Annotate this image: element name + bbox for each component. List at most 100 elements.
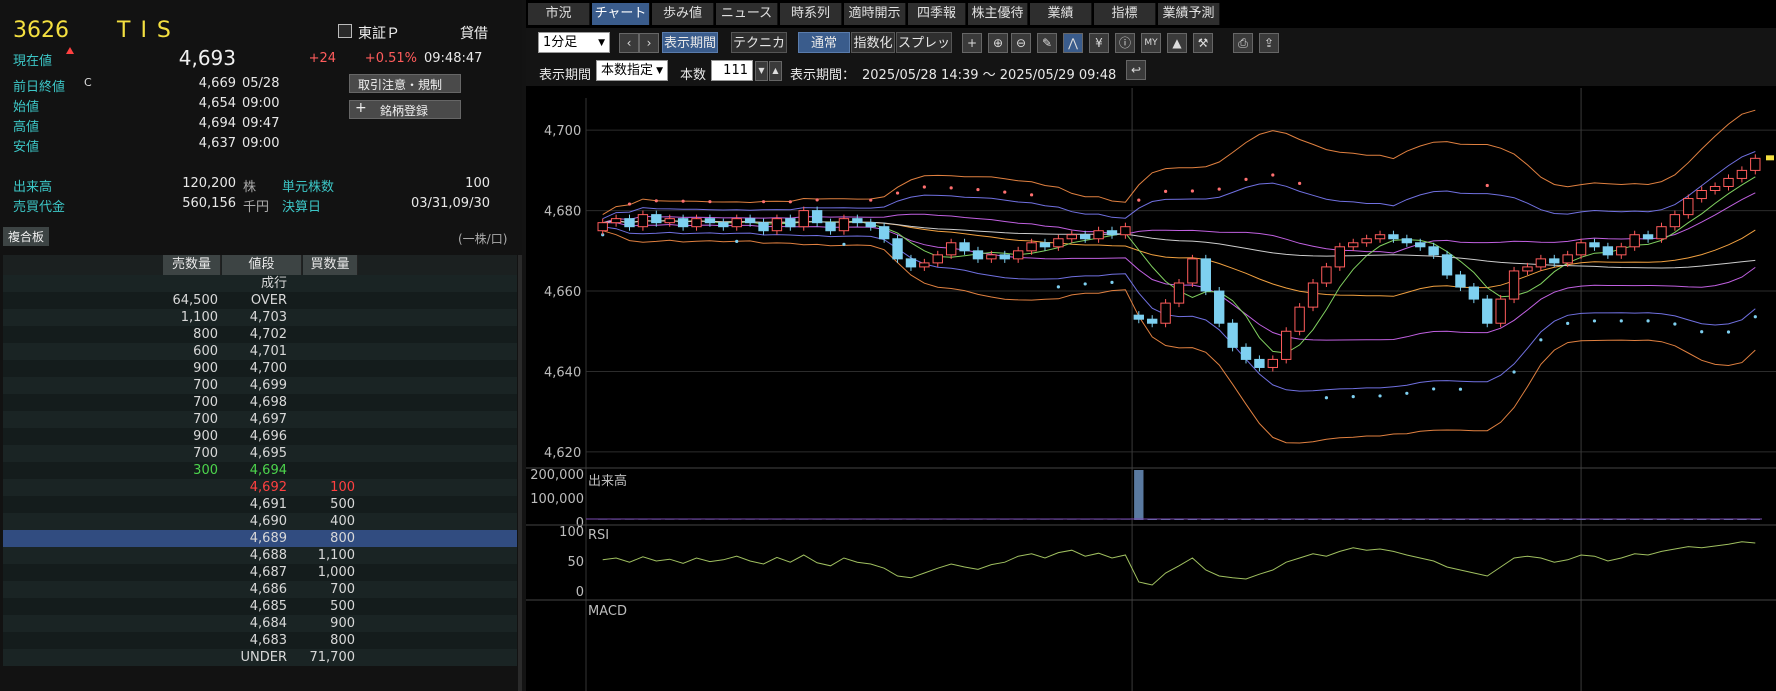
tab-9[interactable]: 指標 [1094, 3, 1156, 25]
candle-body [1053, 238, 1064, 248]
my-chart-icon[interactable]: MY [1141, 33, 1161, 53]
tab-5[interactable]: 適時開示 [844, 3, 906, 25]
candle-body [597, 222, 608, 232]
tab-6[interactable]: 四季報 [908, 3, 966, 25]
book-row[interactable]: 4,687 1,000 [3, 564, 517, 581]
book-row[interactable]: 4,686 700 [3, 581, 517, 598]
sar-dot [1378, 394, 1382, 398]
candle-body [852, 218, 863, 224]
book-row[interactable]: 成行 [3, 275, 517, 292]
pencil-icon[interactable]: ✎ [1037, 33, 1057, 53]
sar-dot [1673, 322, 1677, 326]
sar-dot [1700, 330, 1704, 334]
period-mode-select[interactable]: 本数指定 ▼ [596, 60, 668, 81]
info-icon[interactable]: ⓘ [1115, 33, 1135, 53]
chevron-down-icon: ▼ [598, 38, 605, 48]
buy-qty: 900 [330, 616, 355, 631]
index-button[interactable]: 指数化 [851, 32, 895, 53]
book-tab[interactable]: 複合板 [3, 227, 50, 246]
book-row[interactable]: 600 4,701 [3, 343, 517, 360]
candle-body [1589, 242, 1600, 248]
candle-body [664, 218, 675, 224]
book-row[interactable]: 700 4,697 [3, 411, 517, 428]
sar-dot [1244, 177, 1248, 181]
book-row[interactable]: 4,690 400 [3, 513, 517, 530]
yen-icon[interactable]: ¥ [1089, 33, 1109, 53]
zoom-out-icon[interactable]: ⊖ [1011, 33, 1031, 53]
book-row[interactable]: 700 4,695 [3, 445, 517, 462]
candle-body [1522, 266, 1533, 272]
candle-body [1388, 234, 1399, 240]
book-row[interactable]: 64,500 OVER [3, 292, 517, 309]
macd-panel-label: MACD [588, 604, 627, 619]
tab-10[interactable]: 業績予測 [1158, 3, 1220, 25]
interval-select[interactable]: 1分足 ▼ [538, 32, 610, 53]
price-chart[interactable]: 4,700 4,680 4,660 4,640 4,620 出来高 200,000 100,0… [526, 88, 1776, 691]
quote-panel: 3626 TIS 東証Ｐ 貸借 現在値 4,693 +24 +0.51% 09:… [0, 0, 522, 691]
book-row[interactable]: 800 4,702 [3, 326, 517, 343]
book-row[interactable]: UNDER 71,700 [3, 649, 517, 666]
price-level: 4,694 [249, 463, 287, 478]
book-row[interactable]: 900 4,696 [3, 428, 517, 445]
display-period-button[interactable]: 表示期間 [662, 32, 718, 53]
register-stock-button[interactable]: + 銘柄登録 [349, 100, 461, 119]
count-up-icon[interactable]: ▲ [769, 61, 782, 81]
return-icon[interactable]: ↩ [1126, 60, 1146, 80]
tab-2[interactable]: 歩み値 [652, 3, 714, 25]
candle-body [1348, 242, 1359, 248]
high-time: 09:47 [242, 116, 280, 131]
book-row[interactable]: 4,692 100 [3, 479, 517, 496]
price-level: 4,686 [249, 582, 287, 597]
count-down-icon[interactable]: ▼ [755, 61, 768, 81]
sell-qty: 300 [193, 463, 218, 478]
trendline-icon[interactable]: ⋀ [1063, 33, 1083, 53]
candle-body [1575, 242, 1587, 256]
area-chart-icon[interactable]: ▲ [1167, 33, 1187, 53]
sar-dot [1003, 190, 1007, 194]
book-row[interactable]: 700 4,698 [3, 394, 517, 411]
book-row[interactable]: 4,685 500 [3, 598, 517, 615]
price-level: 4,701 [249, 344, 287, 359]
book-row[interactable]: 4,688 1,100 [3, 547, 517, 564]
book-row[interactable]: 4,683 800 [3, 632, 517, 649]
print-icon[interactable]: ⎙ [1233, 33, 1253, 53]
order-book: 成行 64,500 OVER 1,100 4,703 800 4,702 600 4,701 90… [3, 275, 517, 666]
document-icon[interactable] [338, 24, 352, 38]
tab-4[interactable]: 時系列 [780, 3, 842, 25]
book-row[interactable]: 700 4,699 [3, 377, 517, 394]
count-input[interactable]: 111 [711, 60, 753, 81]
candle-body [1374, 234, 1386, 240]
wrench-icon[interactable]: ⚒ [1193, 33, 1213, 53]
normal-button[interactable]: 通常 [798, 32, 850, 53]
crosshair-icon[interactable]: + [962, 33, 982, 53]
prev-arrow-icon[interactable]: ‹ [619, 33, 639, 53]
candle-body [731, 218, 742, 228]
book-row[interactable]: 4,684 900 [3, 615, 517, 632]
book-scrollbar[interactable] [518, 255, 522, 691]
open-time: 09:00 [242, 96, 280, 111]
tab-1[interactable]: チャート [592, 3, 650, 25]
export-icon[interactable]: ⇪ [1259, 33, 1279, 53]
candle-body [1455, 274, 1466, 288]
quote-time: 09:48:47 [424, 51, 483, 66]
sar-dot [1432, 387, 1436, 391]
interval-value: 1分足 [543, 35, 578, 50]
volume-bar [1134, 470, 1144, 520]
tab-3[interactable]: ニュース [716, 3, 778, 25]
next-arrow-icon[interactable]: › [639, 33, 659, 53]
low-label: 安値 [13, 140, 40, 155]
tab-8[interactable]: 業績 [1030, 3, 1092, 25]
tab-7[interactable]: 株主優待 [968, 3, 1028, 25]
candle-body [1133, 314, 1144, 320]
spread-button[interactable]: スプレッド [896, 32, 952, 72]
book-row[interactable]: 4,691 500 [3, 496, 517, 513]
trade-notice-button[interactable]: 取引注意・規制 [349, 74, 461, 93]
book-row[interactable]: 900 4,700 [3, 360, 517, 377]
technical-button[interactable]: テクニカル [731, 32, 787, 72]
sar-dot [627, 202, 632, 206]
tab-0[interactable]: 市況 [528, 3, 590, 25]
zoom-in-icon[interactable]: ⊕ [988, 33, 1008, 53]
book-row[interactable]: 300 4,694 [3, 462, 517, 479]
book-row[interactable]: 4,689 800 [3, 530, 517, 547]
book-row[interactable]: 1,100 4,703 [3, 309, 517, 326]
